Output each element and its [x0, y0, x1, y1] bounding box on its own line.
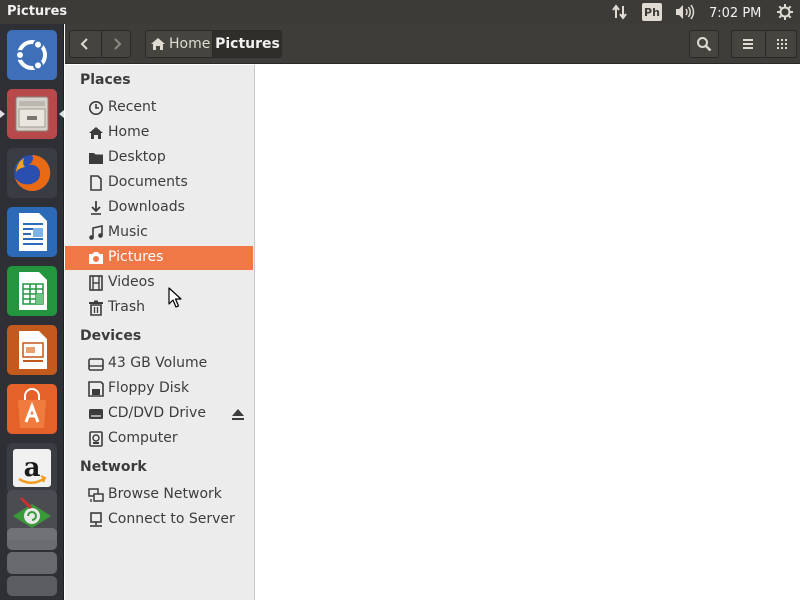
home-icon [151, 38, 165, 50]
shopping-bag-icon [18, 388, 46, 428]
header-bar: Home Pictures [65, 24, 800, 64]
sidebar-item-label: Pictures [108, 249, 164, 265]
files-launcher-button[interactable] [7, 89, 57, 139]
sidebar-item-pictures[interactable]: Pictures [65, 246, 253, 270]
network-arrows-icon[interactable] [610, 3, 630, 21]
network-heading: Network [80, 459, 147, 475]
clock[interactable]: 7:02 PM [709, 4, 761, 22]
ubuntu-dash-button[interactable] [7, 30, 57, 80]
forward-icon [113, 38, 121, 50]
optical-drive-icon [89, 409, 103, 419]
sidebar-item-label: Computer [108, 430, 178, 446]
amazon-logo-icon: a [13, 449, 51, 487]
sidebar-item-label: Floppy Disk [108, 380, 190, 396]
sidebar-item-trash[interactable]: Trash [65, 296, 253, 320]
sidebar-item-volume[interactable]: 43 GB Volume [65, 352, 253, 376]
sidebar-item-floppy[interactable]: Floppy Disk [65, 377, 253, 401]
breadcrumb-home-label: Home [169, 36, 211, 52]
sidebar-item-cd-dvd[interactable]: CD/DVD Drive [65, 402, 253, 426]
document-icon [90, 175, 102, 191]
music-icon [89, 225, 103, 240]
writer-document-icon [19, 213, 47, 251]
ubuntu-logo-icon [15, 39, 47, 71]
sidebar-item-documents[interactable]: Documents [65, 171, 253, 195]
active-indicator-icon [0, 110, 5, 118]
amazon-launcher-button[interactable]: a [7, 443, 57, 493]
presentation-icon [19, 331, 47, 369]
top-panel: Pictures Ph 7:02 PM [0, 0, 800, 24]
forward-button[interactable] [101, 30, 131, 58]
camera-icon [89, 252, 103, 264]
sidebar-item-label: Downloads [108, 199, 185, 215]
download-icon [91, 201, 101, 215]
mouse-cursor-icon [168, 287, 182, 308]
sidebar-item-label: Trash [108, 299, 145, 315]
firefox-launcher-button[interactable] [7, 148, 57, 198]
devices-heading: Devices [80, 328, 142, 344]
file-view[interactable] [256, 65, 800, 600]
eject-icon[interactable] [231, 406, 245, 422]
launcher: a [0, 24, 64, 600]
search-icon [697, 37, 712, 52]
gear-icon[interactable] [775, 3, 795, 21]
back-icon [80, 38, 88, 50]
back-button[interactable] [70, 30, 100, 58]
software-center-button[interactable] [7, 384, 57, 434]
breadcrumb-home[interactable]: Home [146, 31, 212, 57]
sidebar-item-label: Browse Network [108, 486, 222, 502]
svg-text:a: a [24, 453, 41, 483]
launcher-stack-item[interactable] [7, 552, 57, 574]
sidebar-item-desktop[interactable]: Desktop [65, 146, 253, 170]
breadcrumb: Home Pictures [145, 30, 282, 58]
sidebar-item-label: Desktop [108, 149, 166, 165]
sidebar-item-downloads[interactable]: Downloads [65, 196, 253, 220]
sidebar-item-label: Documents [108, 174, 188, 190]
breadcrumb-pictures-label: Pictures [215, 36, 280, 52]
launcher-stack-item[interactable] [7, 528, 57, 550]
sidebar: Places Recent Home Desktop Documents Dow… [65, 65, 255, 600]
spreadsheet-icon [19, 272, 47, 310]
sidebar-item-videos[interactable]: Videos [65, 271, 253, 295]
focus-indicator-icon [59, 110, 64, 118]
grid-view-button[interactable] [765, 30, 797, 58]
floppy-icon [88, 381, 104, 397]
volume-icon[interactable] [674, 3, 696, 21]
sidebar-item-label: Music [108, 224, 148, 240]
sidebar-item-home[interactable]: Home [65, 121, 253, 145]
drive-icon [88, 358, 104, 371]
sidebar-item-connect-server[interactable]: Connect to Server [65, 508, 253, 532]
server-icon [90, 512, 102, 527]
menu-icon [743, 39, 753, 49]
search-button[interactable] [689, 30, 719, 58]
home-icon [89, 127, 103, 139]
breadcrumb-pictures[interactable]: Pictures [212, 31, 282, 57]
sidebar-item-label: Connect to Server [108, 511, 235, 527]
grid-view-icon [776, 39, 787, 49]
sidebar-item-label: Videos [108, 274, 155, 290]
calc-launcher-button[interactable] [7, 266, 57, 316]
sidebar-item-computer[interactable]: Computer [65, 427, 253, 451]
sidebar-item-browse-network[interactable]: Browse Network [65, 483, 253, 507]
folder-icon [89, 153, 103, 164]
sidebar-item-label: 43 GB Volume [108, 355, 208, 371]
launcher-stack-item[interactable] [7, 576, 57, 596]
sidebar-item-recent[interactable]: Recent [65, 96, 253, 120]
keyboard-layout-indicator[interactable]: Ph [642, 3, 662, 21]
impress-launcher-button[interactable] [7, 325, 57, 375]
menu-button[interactable] [732, 30, 764, 58]
sidebar-item-label: Home [108, 124, 150, 140]
trash-icon [89, 300, 103, 316]
window-title: Pictures [7, 4, 68, 19]
firefox-icon [14, 154, 51, 191]
network-icon [88, 488, 104, 502]
film-icon [89, 275, 103, 291]
writer-launcher-button[interactable] [7, 207, 57, 257]
sidebar-item-music[interactable]: Music [65, 221, 253, 245]
file-cabinet-icon [15, 96, 49, 132]
sidebar-item-label: CD/DVD Drive [108, 405, 206, 421]
clock-icon [89, 101, 103, 115]
sidebar-item-label: Recent [108, 99, 157, 115]
computer-icon [89, 431, 103, 447]
places-heading: Places [80, 72, 131, 88]
